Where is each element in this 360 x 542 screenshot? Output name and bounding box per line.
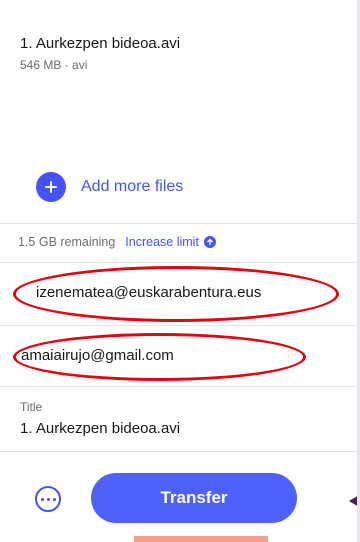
divider [0, 386, 357, 387]
file-item[interactable]: 1. Aurkezpen bideoa.avi 546 MB · avi [20, 35, 180, 72]
add-more-files-button[interactable]: Add more files [36, 172, 183, 202]
remaining-storage: 1.5 GB remaining [18, 235, 116, 249]
arrow-up-icon [203, 236, 216, 248]
increase-limit-link[interactable]: Increase limit [125, 235, 216, 249]
more-options-icon[interactable] [35, 486, 61, 512]
title-label: Title [20, 400, 43, 414]
plus-icon [36, 172, 66, 202]
your-email-field[interactable]: amaiairujo@gmail.com [21, 347, 174, 364]
add-more-files-label: Add more files [81, 178, 184, 195]
file-name: 1. Aurkezpen bideoa.avi [20, 35, 181, 52]
divider [0, 325, 357, 326]
upload-panel: 1. Aurkezpen bideoa.avi 546 MB · avi Add… [0, 0, 360, 542]
divider [0, 451, 357, 452]
divider [0, 262, 357, 263]
increase-limit-label: Increase limit [125, 235, 199, 249]
email-to-field[interactable]: izenematea@euskarabentura.eus [36, 284, 261, 301]
quota-row: 1.5 GB remaining Increase limit [18, 235, 216, 249]
title-field[interactable]: 1. Aurkezpen bideoa.avi [20, 420, 180, 437]
divider [0, 223, 357, 224]
file-meta: 546 MB · avi [20, 58, 88, 72]
bottom-strip [134, 536, 268, 542]
transfer-button[interactable]: Transfer [91, 473, 297, 523]
